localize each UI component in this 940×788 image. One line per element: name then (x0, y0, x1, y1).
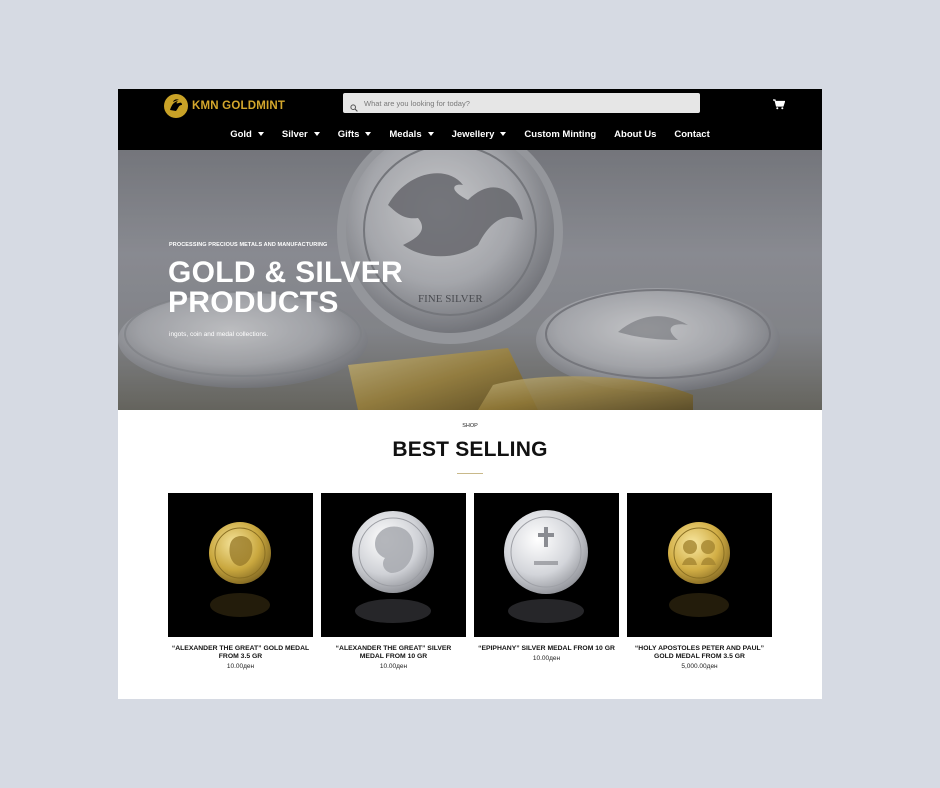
nav-item-label: Gifts (337, 128, 360, 140)
product-price: 10.00ден (379, 663, 408, 670)
product-price: 10.00ден (226, 663, 255, 670)
product-name[interactable]: “ALEXANDER THE GREAT” GOLD MEDAL FROM 3.… (168, 645, 313, 661)
search-bar[interactable] (343, 93, 700, 113)
nav-item-silver[interactable]: Silver (273, 125, 329, 143)
nav-item-label: Gold (230, 128, 252, 140)
product-image[interactable] (627, 493, 772, 637)
section-divider (457, 473, 483, 474)
section-eyebrow: SHOP (462, 423, 478, 429)
chevron-down-icon (500, 132, 507, 136)
product-card[interactable]: “HOLY APOSTOLES PETER AND PAUL” GOLD MED… (627, 493, 772, 670)
product-price: 10.00ден (532, 655, 561, 662)
chevron-down-icon (365, 132, 372, 136)
nav-item-label: Medals (389, 128, 422, 140)
search-icon (350, 99, 358, 112)
hero-title: GOLD & SILVER PRODUCTS (168, 258, 468, 318)
product-image[interactable] (474, 493, 619, 637)
pegasus-logo-icon (164, 94, 188, 118)
hero-eyebrow: PROCESSING PRECIOUS METALS AND MANUFACTU… (169, 242, 328, 248)
website-frame: KMN GOLDMINT Gold S (118, 89, 822, 699)
nav-item-label: Custom Minting (524, 128, 597, 140)
product-image[interactable] (321, 493, 466, 637)
product-name[interactable]: “EPIPHANY” SILVER MEDAL FROM 10 GR (474, 645, 619, 653)
nav-item-gifts[interactable]: Gifts (329, 125, 381, 143)
hero-subtitle: ingots, coin and medal collections. (169, 331, 269, 338)
nav-item-label: About Us (614, 128, 657, 140)
product-grid: “ALEXANDER THE GREAT” GOLD MEDAL FROM 3.… (168, 493, 772, 683)
product-price: 5,000.00ден (681, 663, 718, 670)
nav-item-jewellery[interactable]: Jewellery (443, 125, 516, 143)
brand-name: KMN GOLDMINT (192, 100, 286, 112)
hero-banner: FINE SILVER PROCESSING PRECIOUS METALS A… (118, 150, 822, 410)
product-card[interactable]: “ALEXANDER THE GREAT” GOLD MEDAL FROM 3.… (168, 493, 313, 670)
logo[interactable]: KMN GOLDMINT (164, 92, 285, 120)
chevron-down-icon (427, 132, 434, 136)
search-input[interactable] (364, 98, 684, 108)
nav-item-gold[interactable]: Gold (221, 125, 273, 143)
nav-item-contact[interactable]: Contact (665, 125, 718, 143)
product-name[interactable]: “HOLY APOSTOLES PETER AND PAUL” GOLD MED… (627, 645, 772, 661)
hero-title-line: PRODUCTS (168, 286, 339, 319)
main-nav: Gold Silver Gifts Medals Jewellery Custo… (118, 125, 822, 143)
product-card[interactable]: “EPIPHANY” SILVER MEDAL FROM 10 GR 10.00… (474, 493, 619, 662)
nav-item-label: Contact (674, 128, 710, 140)
cart-icon[interactable] (773, 97, 786, 110)
site-header: KMN GOLDMINT Gold S (118, 89, 822, 150)
nav-item-label: Jewellery (451, 128, 495, 140)
nav-item-about-us[interactable]: About Us (605, 125, 665, 143)
chevron-down-icon (313, 132, 320, 136)
product-card[interactable]: “ALEXANDER THE GREAT” SILVER MEDAL FROM … (321, 493, 466, 670)
nav-item-label: Silver (281, 128, 308, 140)
section-title: BEST SELLING (392, 438, 548, 461)
product-image[interactable] (168, 493, 313, 637)
product-name[interactable]: “ALEXANDER THE GREAT” SILVER MEDAL FROM … (321, 645, 466, 661)
chevron-down-icon (257, 132, 264, 136)
nav-item-medals[interactable]: Medals (380, 125, 442, 143)
nav-item-custom-minting[interactable]: Custom Minting (515, 125, 605, 143)
hero-title-line: GOLD & SILVER (168, 256, 404, 289)
